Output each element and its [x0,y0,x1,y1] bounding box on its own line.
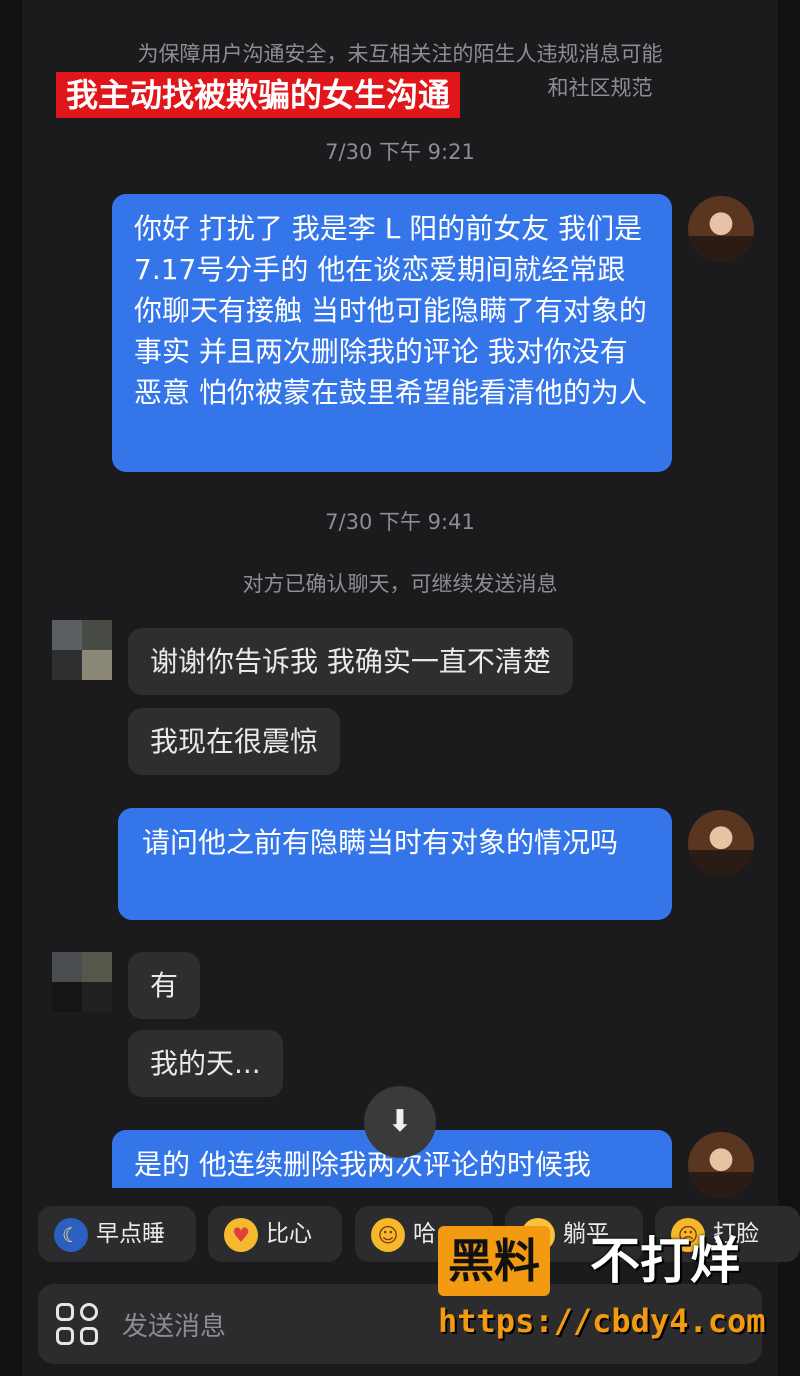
scroll-to-bottom-button[interactable]: ⬇ [364,1086,436,1158]
heart-hands-emoji-icon: ♥ [224,1217,258,1252]
watermark-badge: 黑料 [438,1226,550,1296]
apps-grid-icon[interactable] [56,1303,98,1345]
their-message-bubble[interactable]: 有 [128,952,201,1019]
timestamp: 7/30 下午 9:21 [325,140,475,164]
moon-emoji-icon: ☾ [54,1217,88,1252]
quick-reply-chip[interactable]: ♥ 比心 [208,1206,342,1262]
my-avatar[interactable] [688,1132,754,1198]
quick-reply-label: 哈 [413,1221,436,1247]
my-avatar[interactable] [688,810,754,876]
their-message-bubble[interactable]: 我的天... [128,1030,283,1097]
quick-reply-label: 比心 [266,1221,312,1247]
watermark: 黑料 不打烊 https://cbdy4.com [438,1226,778,1356]
contact-avatar[interactable] [52,620,112,680]
title-banner: 我主动找被欺骗的女生沟通 [56,72,461,118]
system-message: 对方已确认聊天，可继续发送消息 [242,572,558,596]
message-input[interactable]: 发送消息 [122,1306,226,1343]
my-avatar[interactable] [688,196,754,262]
quick-reply-chip[interactable]: ☾ 早点睡 [38,1206,196,1262]
safety-notice: 为保障用户沟通安全，未互相关注的陌生人违规消息可能 [137,42,663,66]
watermark-text: 不打烊 [590,1232,740,1290]
quick-reply-label: 早点睡 [96,1221,165,1247]
timestamp: 7/30 下午 9:41 [325,510,475,534]
watermark-url: https://cbdy4.com [438,1302,766,1340]
my-message-bubble[interactable]: 请问他之前有隐瞒当时有对象的情况吗 [118,808,672,920]
my-message-bubble[interactable]: 你好 打扰了 我是李 L 阳的前女友 我们是7.17号分手的 他在谈恋爱期间就经… [112,194,672,472]
their-message-bubble[interactable]: 谢谢你告诉我 我确实一直不清楚 [128,628,573,695]
chevron-double-down-icon: ⬇ [387,1104,413,1139]
laughing-emoji-icon: ☺ [371,1217,405,1252]
contact-avatar[interactable] [52,952,112,1012]
their-message-bubble[interactable]: 我现在很震惊 [128,708,341,775]
